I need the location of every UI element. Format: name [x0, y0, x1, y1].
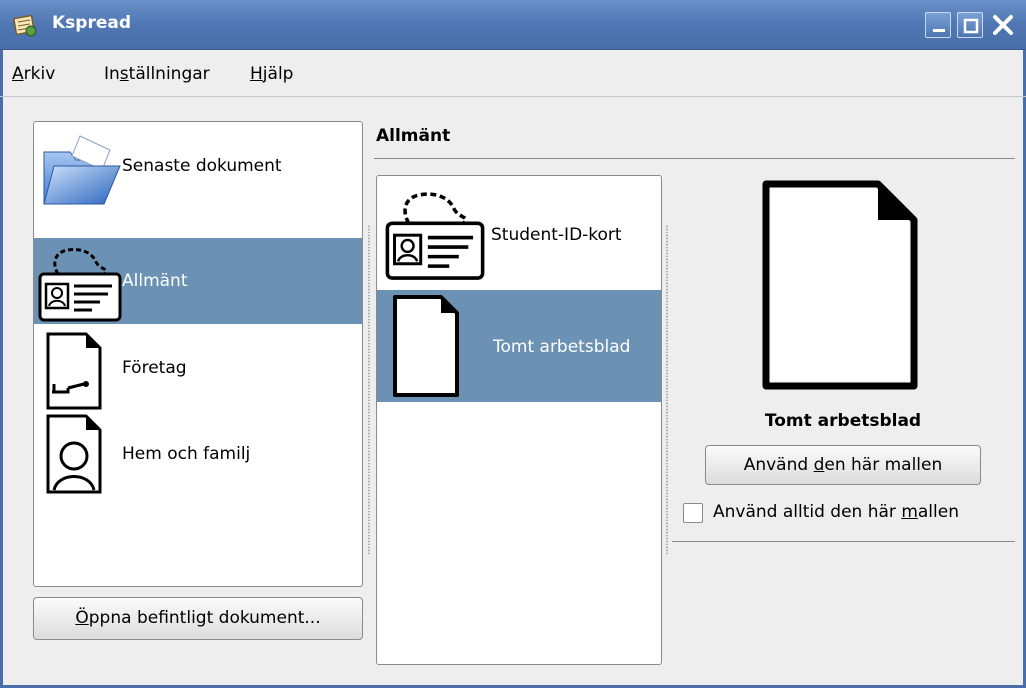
blank-sheet-icon [393, 295, 459, 397]
menu-arkiv[interactable]: Arkiv [12, 64, 55, 84]
open-existing-document-button[interactable]: Öppna befintligt dokument... [33, 597, 363, 640]
business-document-icon [46, 332, 102, 410]
menu-accel: s [119, 64, 129, 84]
category-label: Allmänt [122, 271, 188, 291]
button-label-post: en här mallen [824, 455, 943, 475]
menu-hjalp[interactable]: Hjälp [250, 64, 293, 84]
preview-template-name: Tomt arbetsblad [764, 411, 922, 431]
window-border-left [0, 50, 3, 688]
section-title: Allmänt [376, 126, 451, 146]
category-label: Senaste dokument [122, 156, 282, 176]
id-card-icon [38, 248, 122, 322]
title-bar[interactable]: Kspread [0, 0, 1026, 50]
template-item-tomt-arbetsblad[interactable]: Tomt arbetsblad [377, 290, 661, 402]
checkbox-accel: m [901, 502, 918, 522]
use-this-template-button[interactable]: Använd den här mallen [705, 445, 981, 485]
menu-bar: Arkiv Inställningar Hjälp [0, 51, 1026, 97]
button-accel: d [813, 455, 825, 475]
category-label: Hem och familj [122, 444, 251, 464]
blank-sheet-large-icon [762, 180, 918, 390]
section-divider [374, 158, 1015, 159]
menu-label-post: rkiv [23, 64, 56, 84]
window-title: Kspread [52, 13, 132, 33]
button-accel: Ö [75, 608, 89, 628]
splitter-handle-left[interactable] [368, 225, 370, 555]
category-item-hem-och-familj[interactable]: Hem och familj [34, 414, 362, 500]
category-item-allmant[interactable]: Allmänt [34, 238, 362, 324]
menu-accel: H [250, 64, 263, 84]
always-use-template-label[interactable]: Använd alltid den här mallen [713, 502, 959, 522]
maximize-button[interactable] [957, 12, 983, 38]
id-card-icon [385, 192, 485, 280]
preview-divider [672, 541, 1015, 542]
template-item-student-id-kort[interactable]: Student-ID-kort [377, 176, 661, 288]
always-use-template-checkbox[interactable] [683, 503, 703, 523]
category-label: Företag [122, 358, 187, 378]
family-document-icon [46, 414, 102, 494]
close-button[interactable] [990, 12, 1016, 38]
menu-accel: A [12, 64, 24, 84]
checkbox-label-post: allen [917, 502, 959, 522]
category-list[interactable]: Senaste dokument Allmänt Företag Hem och… [33, 121, 363, 587]
checkbox-label-pre: Använd alltid den här [713, 502, 902, 522]
template-list[interactable]: Student-ID-kort Tomt arbetsblad [376, 175, 662, 665]
menu-label-post: tällningar [128, 64, 210, 84]
template-label: Student-ID-kort [491, 225, 622, 245]
button-label-pre: Använd [743, 455, 814, 475]
splitter-handle-right[interactable] [666, 225, 668, 555]
minimize-button[interactable] [925, 12, 951, 38]
template-label: Tomt arbetsblad [493, 337, 631, 357]
menu-label-pre: In [104, 64, 120, 84]
menu-installningar[interactable]: Inställningar [104, 64, 210, 84]
open-folder-icon [43, 135, 121, 205]
minimize-icon [933, 29, 945, 32]
category-item-foretag[interactable]: Företag [34, 326, 362, 412]
button-label-post: ppna befintligt dokument... [88, 608, 321, 628]
kspread-app-icon [12, 14, 37, 37]
category-item-senaste-dokument[interactable]: Senaste dokument [34, 122, 362, 232]
maximize-icon [963, 18, 979, 34]
close-icon [993, 15, 1013, 35]
menu-label-post: jälp [262, 64, 294, 84]
